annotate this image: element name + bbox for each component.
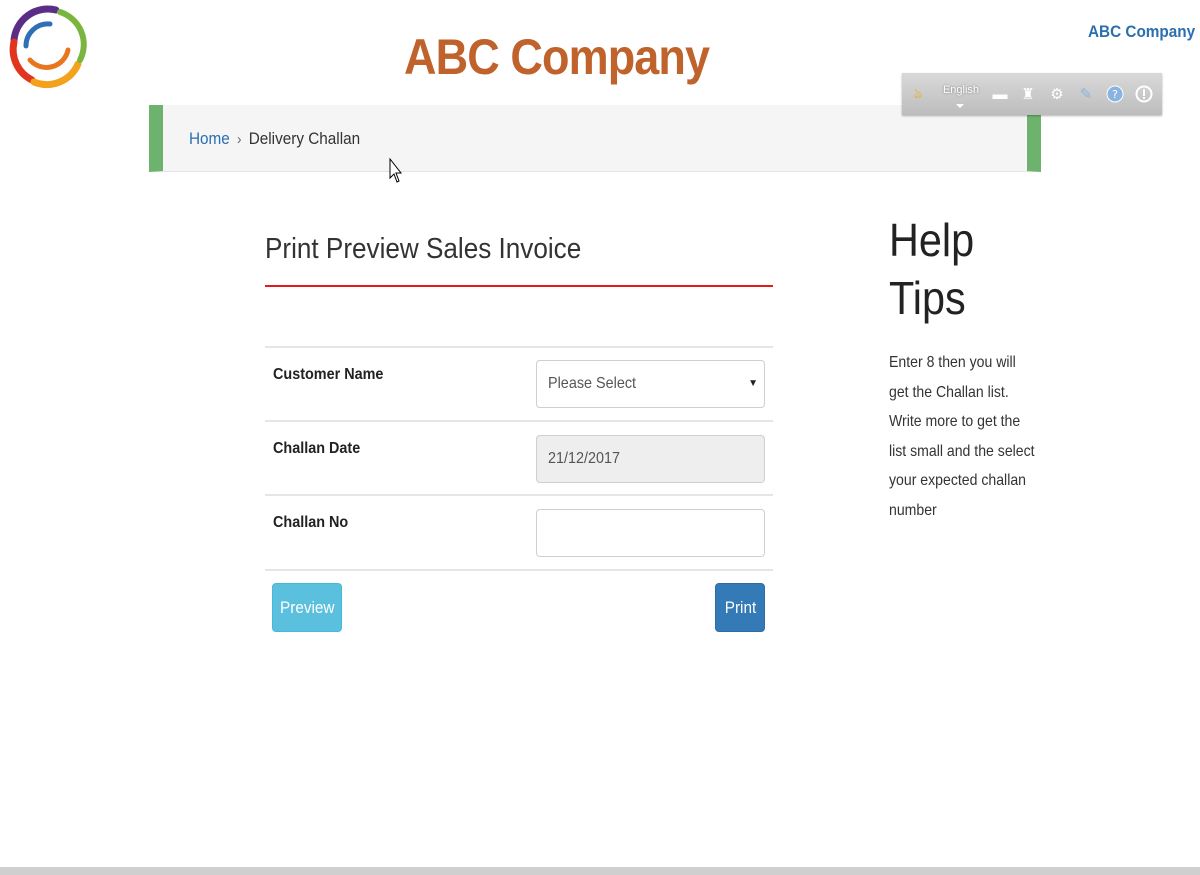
- challan-date-value: 21/12/2017: [548, 450, 621, 467]
- breadcrumb-bar: Home › Delivery Challan: [149, 105, 1041, 172]
- company-title: ABC Company: [404, 29, 710, 85]
- user-menu-label: ABC Company: [1088, 22, 1196, 41]
- row-divider: [265, 569, 773, 571]
- challan-date-label: Challan Date: [273, 440, 361, 457]
- language-selector[interactable]: English: [942, 84, 980, 96]
- breadcrumb-current: Delivery Challan: [248, 129, 361, 148]
- preview-button[interactable]: Preview: [272, 583, 342, 632]
- svg-text:?: ?: [1112, 88, 1118, 101]
- customer-name-select[interactable]: Please Select ▼: [536, 360, 765, 408]
- row-divider: [265, 346, 773, 348]
- brand-icon[interactable]: ঌ: [908, 84, 928, 104]
- tool-icon[interactable]: ♜: [1018, 84, 1038, 104]
- floating-toolbar: ঌ English ▬ ♜ ⚙ ✎ ?: [902, 73, 1162, 115]
- print-button[interactable]: Print: [715, 583, 765, 632]
- info-icon[interactable]: [1134, 84, 1154, 104]
- company-logo: [6, 2, 88, 92]
- user-menu[interactable]: ABC Company▼: [1088, 22, 1200, 42]
- breadcrumb-home-link[interactable]: Home: [189, 129, 230, 148]
- customer-name-value: Please Select: [548, 375, 637, 392]
- help-title-line: Tips: [889, 272, 966, 324]
- language-caret-icon: [956, 104, 964, 108]
- help-title-line: Help: [889, 214, 975, 266]
- help-icon[interactable]: ?: [1105, 84, 1125, 104]
- challan-no-label: Challan No: [273, 514, 349, 531]
- breadcrumb-separator: ›: [237, 131, 242, 148]
- horizontal-scrollbar[interactable]: [0, 867, 1200, 875]
- row-divider: [265, 494, 773, 496]
- gear-icon[interactable]: ⚙: [1047, 84, 1067, 104]
- print-button-label: Print: [724, 597, 756, 617]
- row-divider: [265, 420, 773, 422]
- challan-no-input[interactable]: [536, 509, 765, 557]
- preview-button-label: Preview: [279, 597, 335, 617]
- help-tips-heading: Help Tips: [889, 211, 974, 327]
- chevron-down-icon: ▼: [748, 378, 758, 389]
- help-tips-text: Enter 8 then you will get the Challan li…: [889, 354, 1035, 519]
- edit-icon[interactable]: ✎: [1076, 84, 1096, 104]
- keyboard-icon[interactable]: ▬: [990, 84, 1010, 104]
- customer-name-label: Customer Name: [273, 366, 384, 383]
- title-divider: [265, 285, 773, 287]
- breadcrumb: Home › Delivery Challan: [189, 129, 360, 149]
- mouse-cursor-icon: [389, 157, 403, 191]
- form-title: Print Preview Sales Invoice: [265, 233, 582, 265]
- challan-date-field[interactable]: 21/12/2017: [536, 435, 765, 483]
